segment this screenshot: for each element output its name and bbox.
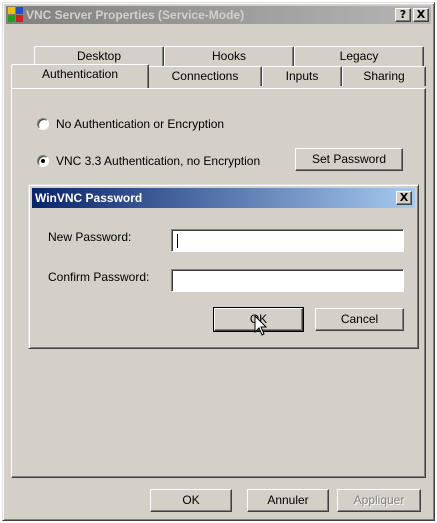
confirm-password-label: Confirm Password: bbox=[48, 270, 150, 284]
footer-cancel-button[interactable]: Annuler bbox=[247, 489, 329, 512]
window-titlebar[interactable]: VNC Server Properties (Service-Mode) ? X bbox=[6, 6, 431, 24]
vnc-app-icon bbox=[8, 7, 24, 23]
footer-apply-button[interactable]: Appliquer bbox=[337, 489, 421, 512]
tab-desktop[interactable]: Desktop bbox=[34, 46, 164, 66]
mouse-pointer-icon bbox=[254, 315, 268, 336]
tab-sharing[interactable]: Sharing bbox=[342, 66, 426, 86]
new-password-field[interactable] bbox=[171, 229, 404, 252]
dialog-titlebar[interactable]: WinVNC Password X bbox=[32, 188, 415, 208]
confirm-password-field[interactable] bbox=[171, 269, 404, 292]
radio-no-auth[interactable]: No Authentication or Encryption bbox=[37, 117, 224, 131]
new-password-label: New Password: bbox=[48, 230, 132, 244]
close-icon[interactable]: X bbox=[413, 8, 429, 22]
tab-inputs[interactable]: Inputs bbox=[262, 66, 342, 86]
help-button[interactable]: ? bbox=[395, 8, 411, 22]
dialog-title: WinVNC Password bbox=[35, 191, 143, 205]
set-password-button[interactable]: Set Password bbox=[295, 148, 403, 171]
radio-vnc-auth-label: VNC 3.3 Authentication, no Encryption bbox=[56, 154, 261, 168]
radio-vnc-auth-control[interactable] bbox=[37, 155, 49, 167]
password-dialog: WinVNC Password X New Password: Confirm … bbox=[28, 184, 419, 349]
footer-ok-button[interactable]: OK bbox=[150, 489, 232, 512]
tab-legacy[interactable]: Legacy bbox=[294, 46, 424, 66]
radio-no-auth-control[interactable] bbox=[37, 118, 49, 130]
tab-hooks[interactable]: Hooks bbox=[164, 46, 294, 66]
text-caret bbox=[177, 234, 178, 248]
radio-no-auth-label: No Authentication or Encryption bbox=[56, 117, 225, 131]
tab-connections[interactable]: Connections bbox=[148, 66, 262, 86]
tab-authentication[interactable]: Authentication bbox=[11, 64, 149, 88]
dialog-close-icon[interactable]: X bbox=[396, 191, 412, 205]
radio-vnc-auth[interactable]: VNC 3.3 Authentication, no Encryption bbox=[37, 154, 260, 168]
window-title: VNC Server Properties (Service-Mode) bbox=[26, 8, 245, 22]
dialog-cancel-button[interactable]: Cancel bbox=[315, 308, 404, 331]
